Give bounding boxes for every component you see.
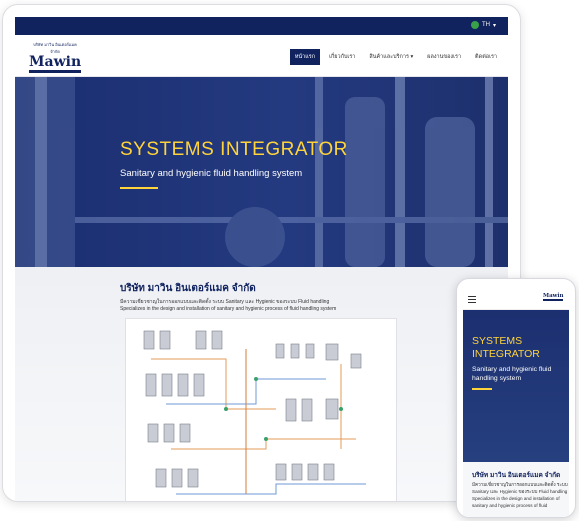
nav-portfolio[interactable]: ผลงานของเรา: [422, 49, 466, 65]
phone-screen: Mawin SYSTEMS INTEGRATOR Sanitary and hy…: [463, 289, 569, 517]
mobile-about-line: Specializes in the design and installati…: [472, 496, 560, 501]
top-bar: TH ▾: [15, 17, 508, 35]
menu-icon[interactable]: [468, 296, 476, 305]
about-description-th: มีความเชี่ยวชาญในการออกแบบและติดตั้ง ระบ…: [120, 299, 330, 305]
language-switcher[interactable]: TH ▾: [470, 21, 496, 29]
hero-subtitle: Sanitary and hygienic fluid handling sys…: [120, 168, 303, 179]
logo-bar: [29, 70, 81, 73]
mobile-hero: SYSTEMS INTEGRATOR Sanitary and hygienic…: [463, 310, 569, 462]
mobile-hero-title: SYSTEMS INTEGRATOR: [472, 335, 540, 360]
nav-products-label: สินค้าและบริการ: [369, 54, 409, 60]
mobile-about-section: บริษัท มาวิน อินเตอร์แมค จำกัด มีความเชี…: [463, 462, 569, 517]
process-diagram-image: [125, 318, 397, 501]
chevron-down-icon: ▾: [492, 22, 496, 29]
nav-about[interactable]: เกี่ยวกับเรา: [324, 49, 360, 65]
nav-home[interactable]: หน้าแรก: [289, 49, 321, 65]
mobile-hero-accent-line: [472, 388, 492, 390]
navbar: บริษัท มาวิน อินเตอร์แมค จำกัด Mawin หน้…: [15, 35, 508, 77]
tablet-screen: TH ▾ บริษัท มาวิน อินเตอร์แมค จำกัด Mawi…: [15, 17, 508, 501]
mobile-about-line: มีความเชี่ยวชาญในการออกแบบและติดตั้ง ระบ…: [472, 482, 568, 487]
hero-banner: SYSTEMS INTEGRATOR Sanitary and hygienic…: [15, 77, 508, 267]
hero-accent-line: [120, 187, 158, 189]
logo-tagline: บริษัท มาวิน อินเตอร์แมค จำกัด: [33, 42, 77, 54]
mobile-logo-name: Mawin: [543, 293, 564, 299]
mobile-about-heading: บริษัท มาวิน อินเตอร์แมค จำกัด: [472, 472, 561, 479]
thai-flag-icon: [470, 21, 479, 29]
mobile-about-line: sanitary and hygienic process of fluid: [472, 503, 548, 508]
company-logo[interactable]: บริษัท มาวิน อินเตอร์แมค จำกัด Mawin: [29, 41, 82, 73]
about-description-en: Specializes in the design and installati…: [120, 306, 337, 312]
mobile-logo[interactable]: Mawin: [543, 293, 563, 301]
main-menu: หน้าแรก เกี่ยวกับเรา สินค้าและบริการ ▾ ผ…: [289, 49, 502, 65]
about-heading: บริษัท มาวิน อินเตอร์แมค จำกัด: [120, 283, 256, 294]
mobile-hero-subtitle: Sanitary and hygienic fluid handling sys…: [472, 366, 552, 382]
hero-title: SYSTEMS INTEGRATOR: [120, 139, 348, 160]
about-section: บริษัท มาวิน อินเตอร์แมค จำกัด มีความเชี…: [15, 267, 508, 501]
mobile-logo-bar: [543, 299, 563, 301]
tablet-mockup: TH ▾ บริษัท มาวิน อินเตอร์แมค จำกัด Mawi…: [2, 4, 521, 502]
language-label: TH: [481, 22, 490, 28]
logo-name: Mawin: [29, 54, 82, 70]
mobile-navbar: Mawin: [463, 289, 569, 310]
phone-mockup: Mawin SYSTEMS INTEGRATOR Sanitary and hy…: [456, 278, 576, 518]
nav-contact[interactable]: ติดต่อเรา: [470, 49, 502, 65]
mobile-about-line: Sanitary และ Hygienic ของระบบ Fluid hand…: [472, 489, 568, 494]
nav-products[interactable]: สินค้าและบริการ ▾: [364, 49, 418, 65]
